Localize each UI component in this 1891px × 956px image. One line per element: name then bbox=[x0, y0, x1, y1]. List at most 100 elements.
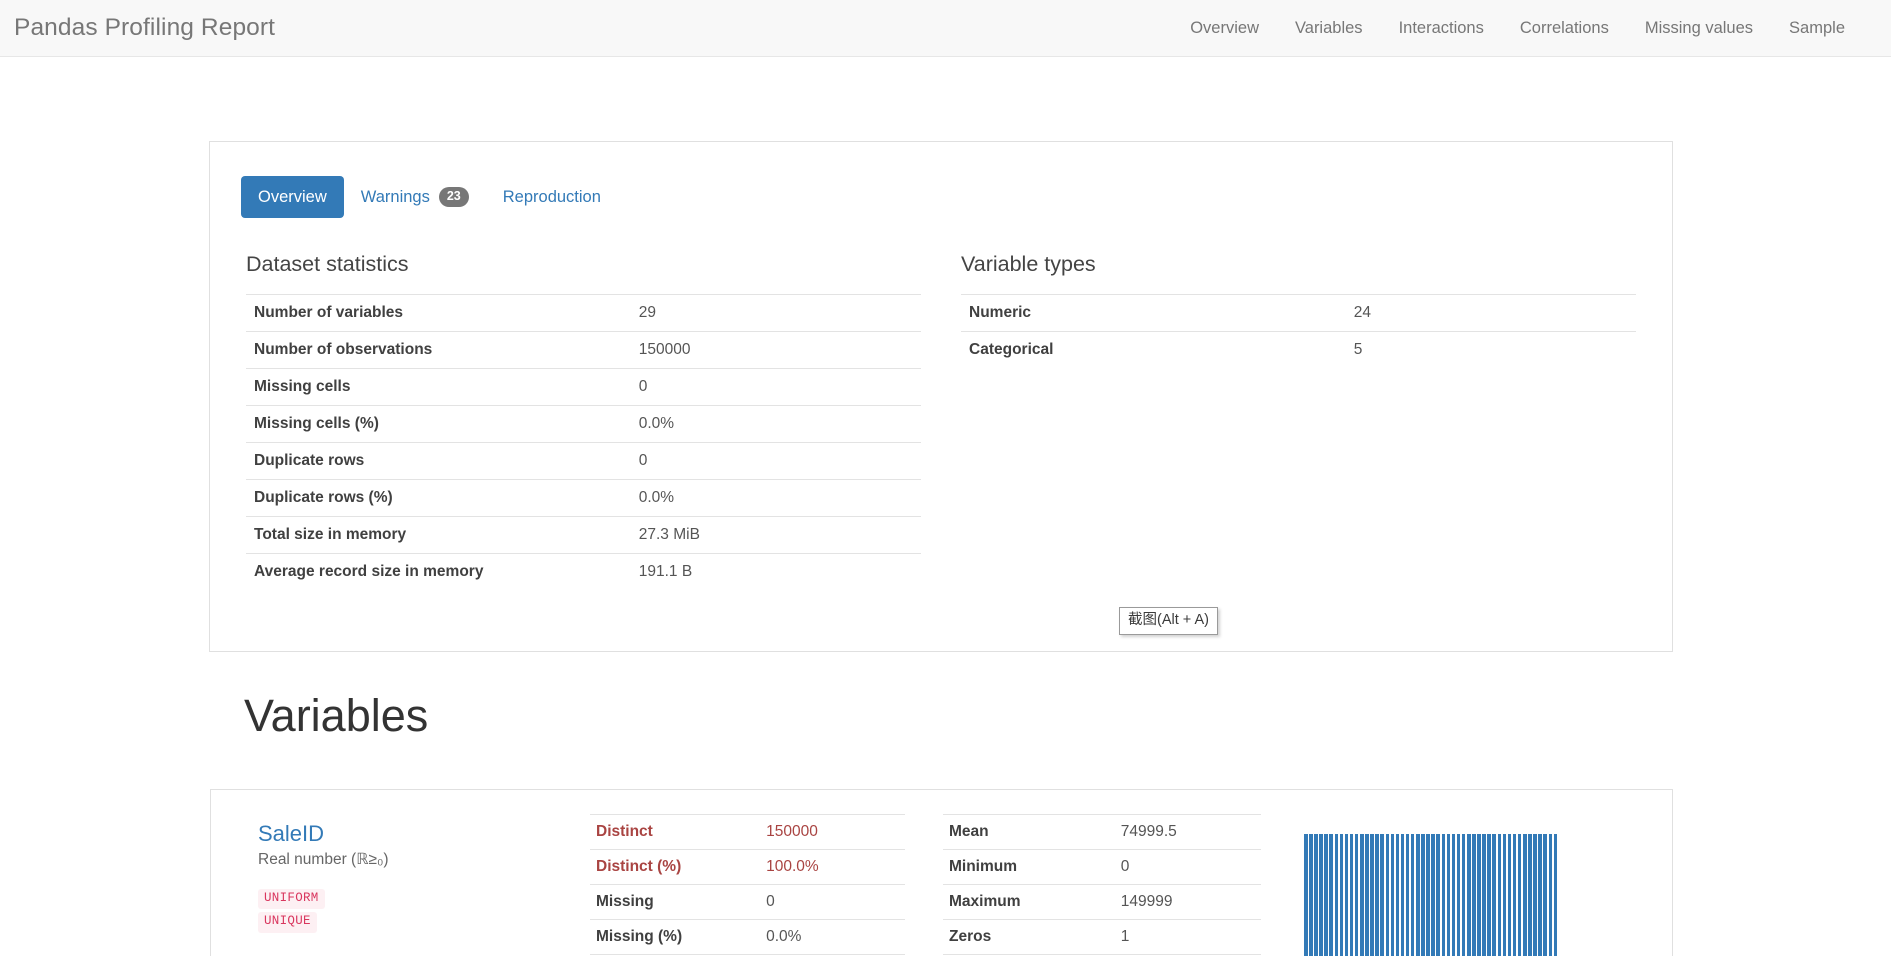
table-row: Missing (%) 0.0% bbox=[590, 919, 905, 955]
dataset-statistics-column: Dataset statistics Number of variables 2… bbox=[246, 252, 921, 591]
histogram-bar bbox=[1426, 834, 1430, 956]
stat-label: Duplicate rows bbox=[254, 452, 365, 470]
tab-warnings[interactable]: Warnings 23 bbox=[344, 174, 486, 220]
variable-stats-right-table: Mean 74999.5 Minimum 0 Maximum 149999 Ze… bbox=[943, 814, 1261, 956]
stat-label: Distinct bbox=[596, 823, 653, 840]
table-row: Average record size in memory 191.1 B bbox=[246, 553, 921, 591]
table-row: Missing 0 bbox=[590, 884, 905, 920]
histogram-bar bbox=[1385, 834, 1389, 956]
table-row: Missing cells 0 bbox=[246, 368, 921, 406]
histogram-bar bbox=[1512, 834, 1517, 956]
histogram-bar bbox=[1360, 834, 1364, 956]
tab-reproduction[interactable]: Reproduction bbox=[486, 176, 618, 219]
histogram-bar bbox=[1375, 834, 1379, 956]
table-row: Total size in memory 27.3 MiB bbox=[246, 516, 921, 554]
histogram-bar bbox=[1365, 834, 1369, 956]
overview-card: Overview Warnings 23 Reproduction Datase… bbox=[209, 141, 1673, 652]
histogram-bar bbox=[1533, 834, 1537, 956]
table-row: Categorical 5 bbox=[961, 331, 1636, 369]
variable-types-table: Numeric 24 Categorical 5 bbox=[961, 294, 1636, 368]
histogram-bar bbox=[1543, 834, 1547, 956]
table-row: Mean 74999.5 bbox=[943, 814, 1261, 850]
histogram-bar bbox=[1492, 834, 1496, 956]
overview-tabs: Overview Warnings 23 Reproduction bbox=[241, 174, 1648, 220]
histogram-bar bbox=[1517, 834, 1522, 956]
stat-value: 5 bbox=[1353, 341, 1363, 359]
histogram-bar bbox=[1456, 834, 1461, 956]
variable-name[interactable]: SaleID bbox=[258, 820, 590, 848]
variable-card-body: SaleID Real number (ℝ≥₀) UNIFORM UNIQUE … bbox=[211, 790, 1672, 956]
nav-link-missing-values[interactable]: Missing values bbox=[1627, 19, 1771, 38]
stat-label: Total size in memory bbox=[254, 526, 407, 544]
stat-value: 29 bbox=[638, 304, 656, 322]
stat-label: Numeric bbox=[969, 304, 1032, 322]
histogram-bar bbox=[1497, 834, 1502, 956]
stat-value: 74999.5 bbox=[1120, 823, 1177, 840]
stat-label: Minimum bbox=[949, 858, 1018, 875]
navbar-links: Overview Variables Interactions Correlat… bbox=[1172, 19, 1863, 38]
histogram-bar bbox=[1477, 834, 1481, 956]
stat-label: Missing cells bbox=[254, 378, 351, 396]
stat-label: Duplicate rows (%) bbox=[254, 489, 393, 507]
histogram-bar bbox=[1314, 834, 1318, 956]
stat-label: Number of variables bbox=[254, 304, 404, 322]
table-row: Zeros 1 bbox=[943, 919, 1261, 955]
variable-labels: UNIFORM UNIQUE bbox=[258, 888, 590, 933]
nav-link-overview[interactable]: Overview bbox=[1172, 19, 1277, 38]
stat-value: 1 bbox=[1120, 928, 1130, 945]
histogram-bar bbox=[1334, 834, 1339, 956]
variables-section-heading: Variables bbox=[244, 690, 429, 741]
dataset-statistics-table: Number of variables 29 Number of observa… bbox=[246, 294, 921, 590]
histogram-bar bbox=[1538, 834, 1542, 956]
table-row: Minimum 0 bbox=[943, 849, 1261, 885]
stat-value: 191.1 B bbox=[638, 563, 693, 581]
table-row: Number of observations 150000 bbox=[246, 331, 921, 369]
table-row: Number of variables 29 bbox=[246, 294, 921, 332]
stat-label: Number of observations bbox=[254, 341, 433, 359]
histogram-bar bbox=[1344, 834, 1349, 956]
stat-value: 24 bbox=[1353, 304, 1371, 322]
mini-histogram-chart bbox=[1304, 834, 1558, 956]
stat-value: 150000 bbox=[766, 823, 818, 840]
histogram-bar bbox=[1528, 834, 1532, 956]
stat-value: 150000 bbox=[638, 341, 691, 359]
table-row: Numeric 24 bbox=[961, 294, 1636, 332]
variable-types-column: Variable types Numeric 24 Categorical 5 bbox=[961, 252, 1636, 591]
histogram-bar bbox=[1431, 834, 1435, 956]
nav-link-correlations[interactable]: Correlations bbox=[1502, 19, 1627, 38]
histogram-bar bbox=[1502, 834, 1507, 956]
screenshot-tooltip: 截图(Alt + A) bbox=[1119, 607, 1218, 636]
table-row: Duplicate rows 0 bbox=[246, 442, 921, 480]
histogram-bar bbox=[1507, 834, 1512, 956]
stat-label: Distinct (%) bbox=[596, 858, 682, 875]
app-title: Pandas Profiling Report bbox=[14, 13, 276, 41]
stat-label: Missing (%) bbox=[596, 928, 683, 945]
stat-value: 100.0% bbox=[766, 858, 819, 875]
nav-link-interactions[interactable]: Interactions bbox=[1381, 19, 1502, 38]
histogram-bar bbox=[1370, 834, 1374, 956]
histogram-bar bbox=[1416, 834, 1420, 956]
table-row: Distinct (%) 100.0% bbox=[590, 849, 905, 885]
nav-link-sample[interactable]: Sample bbox=[1771, 19, 1863, 38]
histogram-bar bbox=[1349, 834, 1354, 956]
stat-value: 0.0% bbox=[766, 928, 802, 945]
histogram-bar bbox=[1441, 834, 1446, 956]
tab-warnings-label: Warnings bbox=[360, 187, 430, 206]
histogram-bar bbox=[1548, 834, 1552, 956]
histogram-bar bbox=[1472, 834, 1476, 956]
stat-label: Maximum bbox=[949, 893, 1021, 910]
histogram-bar bbox=[1319, 834, 1323, 956]
top-navbar: Pandas Profiling Report Overview Variabl… bbox=[0, 0, 1891, 57]
table-row: Missing cells (%) 0.0% bbox=[246, 405, 921, 443]
variable-stats-left: Distinct 150000 Distinct (%) 100.0% Miss… bbox=[590, 810, 905, 956]
tab-reproduction-label: Reproduction bbox=[502, 187, 601, 206]
histogram-bar bbox=[1309, 834, 1313, 956]
variable-type-text: Real number (ℝ≥₀) bbox=[258, 850, 389, 868]
histogram-bar bbox=[1446, 834, 1451, 956]
table-row: Maximum 149999 bbox=[943, 884, 1261, 920]
table-row: Duplicate rows (%) 0.0% bbox=[246, 479, 921, 517]
histogram-bar bbox=[1329, 834, 1333, 956]
tab-overview-label: Overview bbox=[258, 187, 327, 206]
tab-overview[interactable]: Overview bbox=[241, 175, 344, 218]
nav-link-variables[interactable]: Variables bbox=[1277, 19, 1381, 38]
